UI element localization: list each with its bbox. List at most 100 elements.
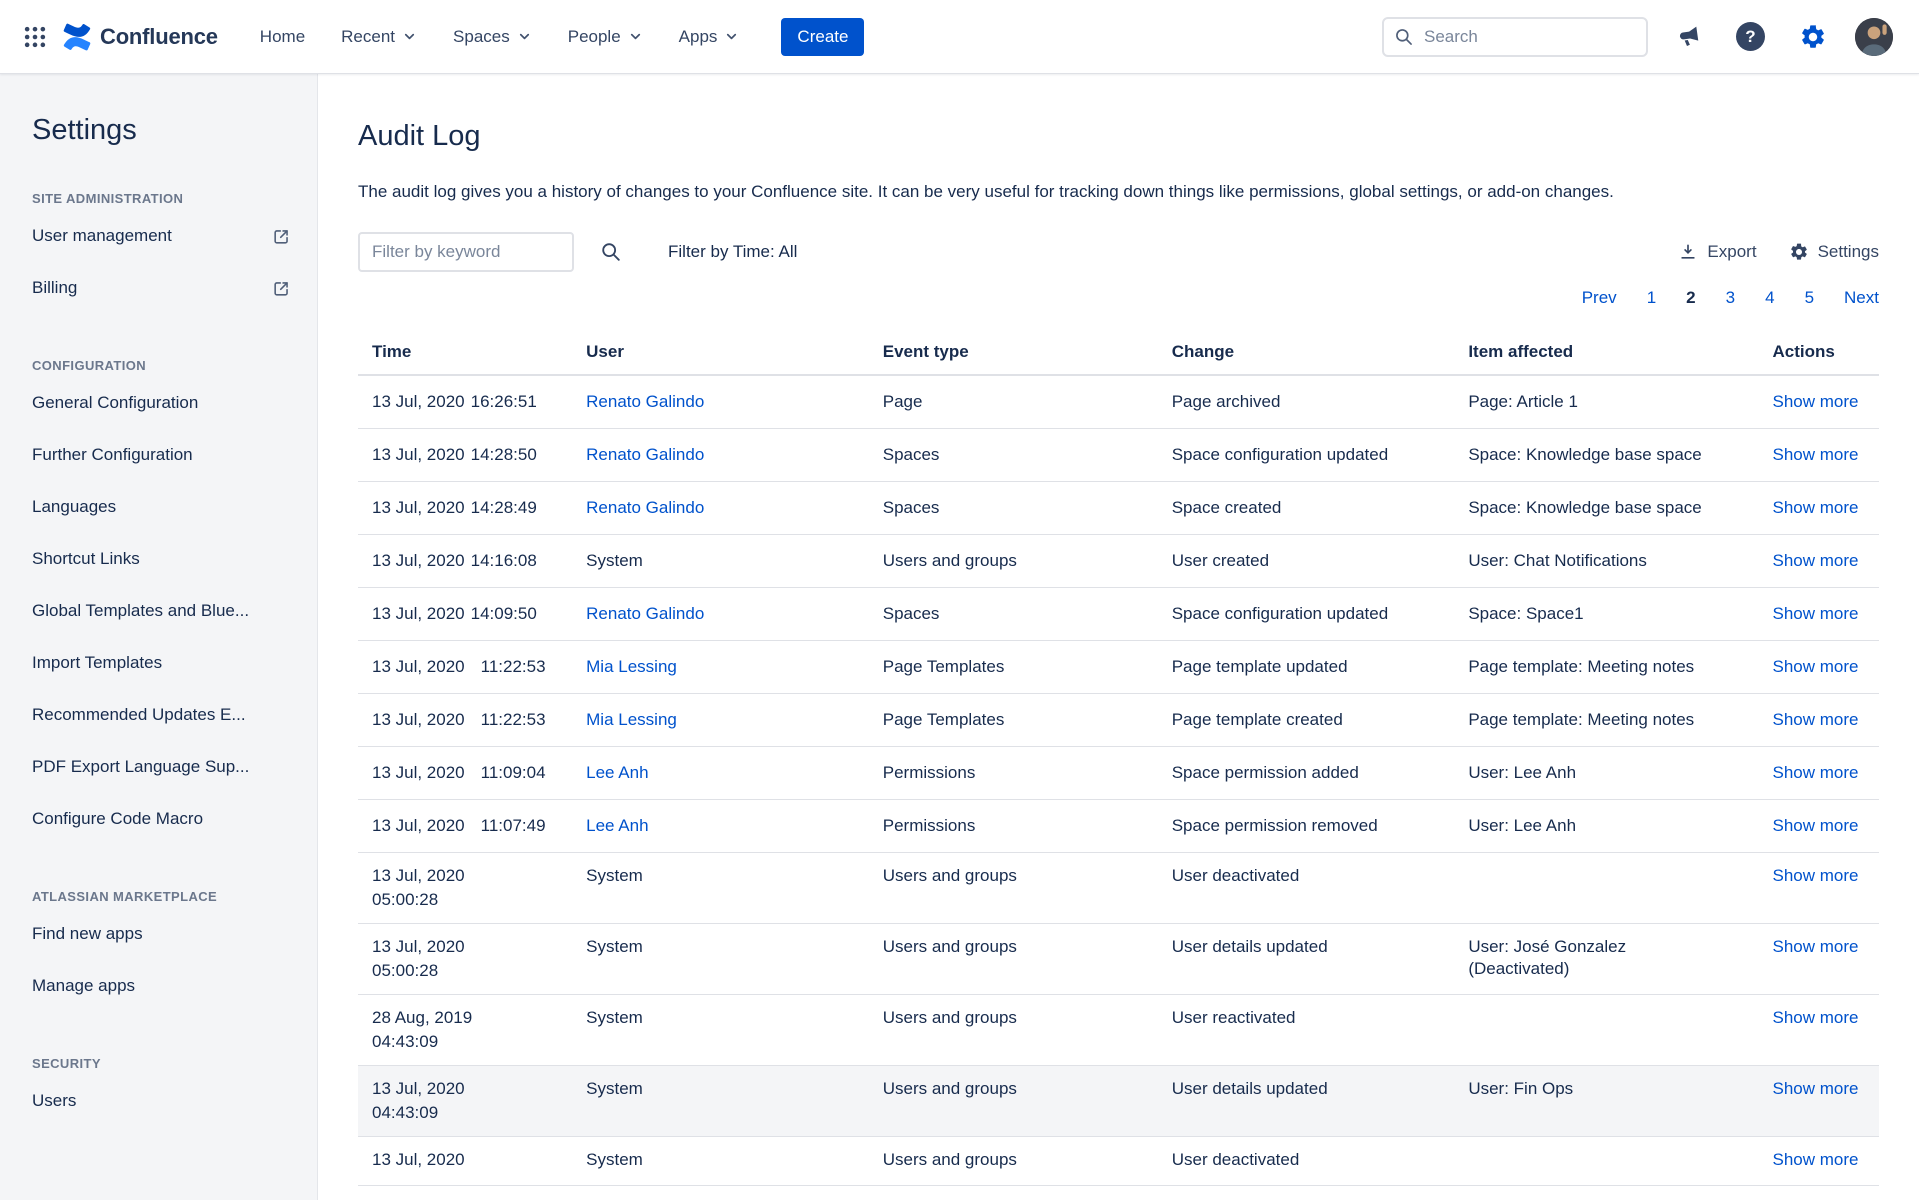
site-settings-button[interactable]	[1793, 17, 1833, 57]
user-link[interactable]: Mia Lessing	[586, 657, 677, 676]
show-more-link[interactable]: Show more	[1773, 710, 1859, 729]
cell-event-type: Page Templates	[883, 641, 1172, 694]
user-link[interactable]: Mia Lessing	[586, 710, 677, 729]
user-link[interactable]: Renato Galindo	[586, 604, 704, 623]
user-link[interactable]: Renato Galindo	[586, 498, 704, 517]
nav-item-people[interactable]: People	[568, 27, 643, 47]
sidebar-item-pdf-export-language-sup[interactable]: PDF Export Language Sup...	[32, 741, 291, 793]
show-more-link[interactable]: Show more	[1773, 937, 1859, 956]
sidebar-item-label: Users	[32, 1090, 76, 1112]
sidebar-item-user-management[interactable]: User management	[32, 210, 291, 262]
page-title: Audit Log	[358, 120, 1879, 153]
show-more-link[interactable]: Show more	[1773, 1079, 1859, 1098]
sidebar-section: ATLASSIAN MARKETPLACE Find new apps Mana…	[32, 889, 291, 1012]
cell-actions: Show more	[1773, 429, 1880, 482]
show-more-link[interactable]: Show more	[1773, 866, 1859, 885]
pagination-page-3[interactable]: 3	[1726, 288, 1735, 308]
cell-time: 13 Jul, 202011:09:04	[358, 747, 586, 800]
export-button[interactable]: Export	[1678, 242, 1756, 262]
user-avatar[interactable]	[1855, 18, 1893, 56]
sidebar-item-import-templates[interactable]: Import Templates	[32, 637, 291, 689]
pagination-next[interactable]: Next	[1844, 288, 1879, 308]
nav-item-apps[interactable]: Apps	[679, 27, 740, 47]
show-more-link[interactable]: Show more	[1773, 1008, 1859, 1027]
announcement-icon	[1674, 22, 1703, 51]
cell-time: 13 Jul, 202016:26:51	[358, 375, 586, 429]
cell-item-affected: User: Lee Anh	[1468, 747, 1772, 800]
audit-row: 13 Jul, 202005:00:28 System Users and gr…	[358, 924, 1879, 995]
avatar-image	[1855, 18, 1893, 56]
sidebar-item-label: Languages	[32, 496, 116, 518]
app-switcher-button[interactable]	[18, 20, 52, 54]
nav-item-spaces[interactable]: Spaces	[453, 27, 532, 47]
cell-actions: Show more	[1773, 747, 1880, 800]
cell-user: System	[586, 995, 883, 1066]
sidebar-item-shortcut-links[interactable]: Shortcut Links	[32, 533, 291, 585]
show-more-link[interactable]: Show more	[1773, 816, 1859, 835]
row-date: 13 Jul, 2020	[372, 763, 465, 782]
pagination-page-1[interactable]: 1	[1647, 288, 1656, 308]
sidebar-item-general-configuration[interactable]: General Configuration	[32, 377, 291, 429]
audit-row: 13 Jul, 202016:26:51 Renato Galindo Page…	[358, 375, 1879, 429]
row-clock: 11:22:53	[481, 710, 546, 729]
row-date: 13 Jul, 2020	[372, 937, 465, 956]
user-link[interactable]: Lee Anh	[586, 763, 648, 782]
audit-row: 13 Jul, 202014:28:49 Renato Galindo Spac…	[358, 482, 1879, 535]
row-clock: 14:28:49	[471, 498, 537, 517]
audit-row: 13 Jul, 202014:09:50 Renato Galindo Spac…	[358, 588, 1879, 641]
sidebar-item-users[interactable]: Users	[32, 1075, 291, 1127]
sidebar-item-manage-apps[interactable]: Manage apps	[32, 960, 291, 1012]
sidebar-sections: SITE ADMINISTRATION User management Bill…	[32, 191, 291, 1127]
sidebar-item-recommended-updates-e[interactable]: Recommended Updates E...	[32, 689, 291, 741]
show-more-link[interactable]: Show more	[1773, 604, 1859, 623]
nav-item-home[interactable]: Home	[260, 27, 305, 47]
sidebar-item-global-templates-and-blue[interactable]: Global Templates and Blue...	[32, 585, 291, 637]
cell-change: User deactivated	[1172, 853, 1469, 924]
cell-event-type: Users and groups	[883, 924, 1172, 995]
cell-user: Lee Anh	[586, 800, 883, 853]
sidebar-item-billing[interactable]: Billing	[32, 262, 291, 314]
audit-settings-button[interactable]: Settings	[1789, 242, 1879, 262]
cell-item-affected: Page template: Meeting notes	[1468, 694, 1772, 747]
announcements-button[interactable]	[1670, 18, 1708, 56]
sidebar-item-further-configuration[interactable]: Further Configuration	[32, 429, 291, 481]
user-link[interactable]: Lee Anh	[586, 816, 648, 835]
show-more-link[interactable]: Show more	[1773, 551, 1859, 570]
user-link[interactable]: Renato Galindo	[586, 445, 704, 464]
show-more-link[interactable]: Show more	[1773, 498, 1859, 517]
nav-item-recent[interactable]: Recent	[341, 27, 417, 47]
row-date: 13 Jul, 2020	[372, 1079, 465, 1098]
sidebar-item-find-new-apps[interactable]: Find new apps	[32, 908, 291, 960]
sidebar-item-configure-code-macro[interactable]: Configure Code Macro	[32, 793, 291, 845]
sidebar-item-languages[interactable]: Languages	[32, 481, 291, 533]
cell-item-affected: User: Lee Anh	[1468, 800, 1772, 853]
filter-keyword-input[interactable]	[358, 232, 574, 272]
audit-row: 13 Jul, 202004:43:09 System Users and gr…	[358, 1066, 1879, 1137]
sidebar-item-label: Configure Code Macro	[32, 808, 203, 830]
show-more-link[interactable]: Show more	[1773, 392, 1859, 411]
pagination-page-5[interactable]: 5	[1805, 288, 1814, 308]
help-button[interactable]: ?	[1730, 16, 1771, 57]
show-more-link[interactable]: Show more	[1773, 657, 1859, 676]
cell-change: Space created	[1172, 482, 1469, 535]
show-more-link[interactable]: Show more	[1773, 445, 1859, 464]
create-button[interactable]: Create	[781, 18, 864, 56]
user-link[interactable]: Renato Galindo	[586, 392, 704, 411]
show-more-link[interactable]: Show more	[1773, 763, 1859, 782]
cell-item-affected	[1468, 995, 1772, 1066]
cell-user: System	[586, 924, 883, 995]
nav-item-label: Apps	[679, 27, 718, 47]
show-more-link[interactable]: Show more	[1773, 1150, 1859, 1169]
cell-user: Renato Galindo	[586, 375, 883, 429]
pagination-page-4[interactable]: 4	[1765, 288, 1774, 308]
confluence-logo[interactable]: Confluence	[62, 22, 218, 52]
pagination-prev[interactable]: Prev	[1582, 288, 1617, 308]
search-input[interactable]	[1382, 17, 1648, 57]
row-date: 28 Aug, 2019	[372, 1008, 472, 1027]
filter-search-button[interactable]	[594, 235, 628, 269]
export-icon	[1678, 242, 1698, 262]
time-filter-dropdown[interactable]: Filter by Time: All	[668, 242, 797, 262]
primary-nav: Home Recent Spaces People Apps	[260, 27, 740, 47]
cell-change: Space configuration updated	[1172, 429, 1469, 482]
audit-row: 13 Jul, 202011:07:49 Lee Anh Permissions…	[358, 800, 1879, 853]
